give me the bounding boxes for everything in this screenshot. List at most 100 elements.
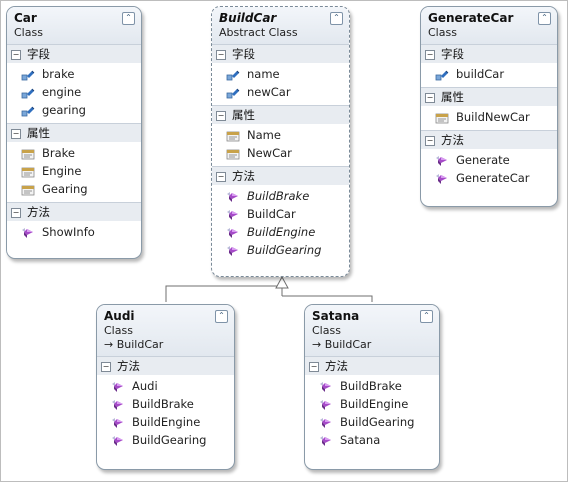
section-header[interactable]: − 方法 bbox=[97, 356, 234, 375]
section-collapse-icon[interactable]: − bbox=[425, 92, 435, 103]
class-generatecar[interactable]: GenerateCar Class ⌃ − 字段 buildCar − 属性 BuildN… bbox=[420, 6, 558, 207]
member-name: Generate bbox=[456, 153, 510, 167]
section-members: Name NewCar bbox=[212, 124, 349, 166]
member-row[interactable]: BuildGearing bbox=[305, 413, 439, 431]
section-header[interactable]: − 字段 bbox=[421, 44, 557, 63]
section-collapse-icon[interactable]: − bbox=[216, 49, 226, 60]
section-members: name newCar bbox=[212, 63, 349, 105]
member-row[interactable]: brake bbox=[7, 65, 141, 83]
field-icon bbox=[226, 67, 247, 81]
class-kind: Class bbox=[428, 26, 457, 39]
section-collapse-icon[interactable]: − bbox=[216, 171, 226, 182]
member-name: Brake bbox=[42, 146, 75, 160]
section-collapse-icon[interactable]: − bbox=[11, 128, 21, 139]
member-name: BuildBrake bbox=[340, 379, 402, 393]
section-collapse-icon[interactable]: − bbox=[425, 135, 435, 146]
section-header[interactable]: − 字段 bbox=[212, 44, 349, 63]
class-car[interactable]: Car Class ⌃ − 字段 brake engine gearing − 属性 Brak… bbox=[6, 6, 142, 259]
section-title: 字段 bbox=[232, 47, 255, 61]
section-header[interactable]: − 方法 bbox=[212, 166, 349, 185]
section-collapse-icon[interactable]: − bbox=[101, 361, 111, 372]
collapse-icon[interactable]: ⌃ bbox=[122, 12, 135, 25]
section-header[interactable]: − 方法 bbox=[421, 130, 557, 149]
member-name: ShowInfo bbox=[42, 225, 95, 239]
collapse-icon[interactable]: ⌃ bbox=[538, 12, 551, 25]
method-icon bbox=[319, 397, 340, 411]
field-icon bbox=[21, 67, 42, 81]
member-row[interactable]: ShowInfo bbox=[7, 223, 141, 241]
member-row[interactable]: BuildNewCar bbox=[421, 108, 557, 126]
member-row[interactable]: name bbox=[212, 65, 349, 83]
section-collapse-icon[interactable]: − bbox=[425, 49, 435, 60]
class-buildcar[interactable]: BuildCar Abstract Class ⌃ − 字段 name newCar −… bbox=[211, 6, 350, 277]
class-kind: Class bbox=[312, 324, 341, 337]
property-icon bbox=[435, 110, 456, 124]
method-icon bbox=[435, 171, 456, 185]
section-title: 属性 bbox=[232, 108, 255, 122]
method-icon bbox=[319, 379, 340, 393]
member-row[interactable]: Brake bbox=[7, 144, 141, 162]
section-members: Audi BuildBrake BuildEngine BuildGearing bbox=[97, 375, 234, 453]
member-row[interactable]: buildCar bbox=[421, 65, 557, 83]
collapse-icon[interactable]: ⌃ bbox=[330, 12, 343, 25]
member-name: BuildEngine bbox=[132, 415, 201, 429]
class-audi[interactable]: Audi Class → BuildCar ⌃ − 方法 Audi BuildBrak… bbox=[96, 304, 235, 470]
method-icon bbox=[111, 379, 132, 393]
member-row[interactable]: BuildGearing bbox=[97, 431, 234, 449]
collapse-icon[interactable]: ⌃ bbox=[420, 310, 433, 323]
member-row[interactable]: Engine bbox=[7, 162, 141, 180]
section-collapse-icon[interactable]: − bbox=[309, 361, 319, 372]
section-title: 方法 bbox=[441, 133, 464, 147]
section-header[interactable]: − 属性 bbox=[212, 105, 349, 124]
member-row[interactable]: newCar bbox=[212, 83, 349, 101]
class-satana[interactable]: Satana Class → BuildCar ⌃ − 方法 BuildBrake B… bbox=[304, 304, 440, 470]
property-icon bbox=[21, 182, 42, 196]
member-name: brake bbox=[42, 67, 75, 81]
member-row[interactable]: BuildBrake bbox=[97, 395, 234, 413]
member-row[interactable]: GenerateCar bbox=[421, 169, 557, 187]
class-name: BuildCar bbox=[219, 11, 277, 25]
member-row[interactable]: Name bbox=[212, 126, 349, 144]
member-name: GenerateCar bbox=[456, 171, 530, 185]
member-name: Gearing bbox=[42, 182, 88, 196]
section-collapse-icon[interactable]: − bbox=[11, 49, 21, 60]
member-row[interactable]: Audi bbox=[97, 377, 234, 395]
method-icon bbox=[226, 189, 247, 203]
property-icon bbox=[21, 164, 42, 178]
parent-name: BuildCar bbox=[324, 338, 372, 351]
method-icon bbox=[435, 153, 456, 167]
section-members: brake engine gearing bbox=[7, 63, 141, 123]
section-header[interactable]: − 方法 bbox=[305, 356, 439, 375]
class-kind: Class bbox=[14, 26, 43, 39]
member-row[interactable]: BuildEngine bbox=[212, 223, 349, 241]
section-header[interactable]: − 属性 bbox=[7, 123, 141, 142]
class-header: BuildCar Abstract Class ⌃ bbox=[212, 7, 349, 44]
member-row[interactable]: BuildBrake bbox=[212, 187, 349, 205]
member-row[interactable]: engine bbox=[7, 83, 141, 101]
section-collapse-icon[interactable]: − bbox=[216, 110, 226, 121]
method-icon bbox=[111, 433, 132, 447]
section-header[interactable]: − 字段 bbox=[7, 44, 141, 63]
section-header[interactable]: − 方法 bbox=[7, 202, 141, 221]
member-row[interactable]: NewCar bbox=[212, 144, 349, 162]
member-name: Audi bbox=[132, 379, 158, 393]
section-members: buildCar bbox=[421, 63, 557, 87]
section-title: 字段 bbox=[441, 47, 464, 61]
field-icon bbox=[226, 85, 247, 99]
method-icon bbox=[111, 397, 132, 411]
collapse-icon[interactable]: ⌃ bbox=[215, 310, 228, 323]
member-row[interactable]: BuildCar bbox=[212, 205, 349, 223]
method-icon bbox=[226, 225, 247, 239]
member-row[interactable]: BuildGearing bbox=[212, 241, 349, 259]
member-row[interactable]: BuildBrake bbox=[305, 377, 439, 395]
member-row[interactable]: BuildEngine bbox=[305, 395, 439, 413]
member-row[interactable]: gearing bbox=[7, 101, 141, 119]
member-row[interactable]: Gearing bbox=[7, 180, 141, 198]
section-title: 属性 bbox=[441, 90, 464, 104]
section-title: 方法 bbox=[117, 359, 140, 373]
section-collapse-icon[interactable]: − bbox=[11, 207, 21, 218]
section-header[interactable]: − 属性 bbox=[421, 87, 557, 106]
member-row[interactable]: BuildEngine bbox=[97, 413, 234, 431]
member-row[interactable]: Satana bbox=[305, 431, 439, 449]
member-row[interactable]: Generate bbox=[421, 151, 557, 169]
